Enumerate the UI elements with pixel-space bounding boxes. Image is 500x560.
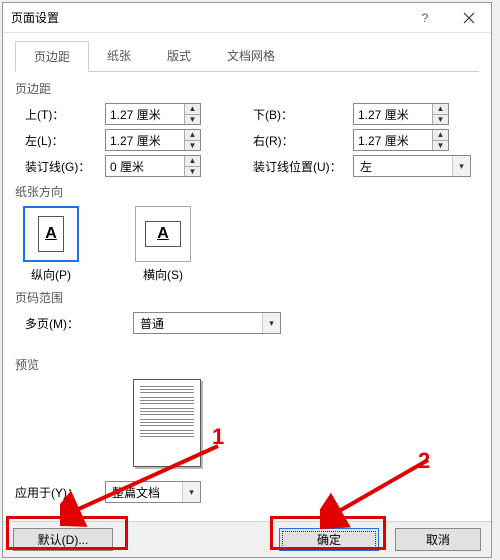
- chevron-down-icon: ▾: [262, 313, 280, 333]
- orientation-portrait[interactable]: 纵向(P): [23, 206, 79, 283]
- apply-value: 整篇文档: [106, 484, 182, 501]
- cancel-button[interactable]: 取消: [395, 528, 481, 551]
- gutter-spinner[interactable]: ▲▼: [105, 155, 201, 177]
- tab-margins[interactable]: 页边距: [15, 41, 89, 72]
- spinner-arrows[interactable]: ▲▼: [184, 156, 200, 176]
- close-button[interactable]: [447, 3, 491, 33]
- ok-button[interactable]: 确定: [279, 528, 379, 551]
- top-label: 上(T)：: [25, 106, 105, 123]
- gutter-label: 装订线(G)：: [25, 158, 105, 175]
- dialog-title: 页面设置: [11, 9, 403, 26]
- landscape-label: 横向(S): [135, 266, 191, 283]
- apply-label: 应用于(Y)：: [15, 484, 105, 501]
- orientation-heading: 纸张方向: [15, 183, 479, 200]
- margins-heading: 页边距: [15, 80, 479, 97]
- multi-label: 多页(M)：: [25, 315, 133, 332]
- multi-value: 普通: [134, 315, 262, 332]
- right-input[interactable]: [354, 130, 432, 150]
- tab-layout[interactable]: 版式: [149, 41, 209, 71]
- chevron-down-icon: ▾: [182, 482, 200, 502]
- landscape-icon: [135, 206, 191, 262]
- spinner-arrows[interactable]: ▲▼: [432, 130, 448, 150]
- help-button[interactable]: ?: [403, 3, 447, 33]
- tab-grid[interactable]: 文档网格: [209, 41, 293, 71]
- apply-select[interactable]: 整篇文档 ▾: [105, 481, 201, 503]
- dialog-body: 页边距 纸张 版式 文档网格 页边距 上(T)： ▲▼ 下(B)： ▲▼: [3, 33, 491, 511]
- bottom-label: 下(B)：: [253, 106, 353, 123]
- pages-heading: 页码范围: [15, 289, 479, 306]
- preview-thumbnail: [133, 379, 201, 467]
- left-label: 左(L)：: [25, 132, 105, 149]
- titlebar: 页面设置 ?: [3, 3, 491, 33]
- right-spinner[interactable]: ▲▼: [353, 129, 449, 151]
- close-icon: [463, 12, 475, 24]
- spinner-arrows[interactable]: ▲▼: [184, 130, 200, 150]
- gutter-pos-value: 左: [354, 158, 452, 175]
- portrait-label: 纵向(P): [23, 266, 79, 283]
- tab-paper[interactable]: 纸张: [89, 41, 149, 71]
- portrait-icon: [23, 206, 79, 262]
- gutter-pos-select[interactable]: 左 ▾: [353, 155, 471, 177]
- left-input[interactable]: [106, 130, 184, 150]
- page-setup-dialog: 页面设置 ? 页边距 纸张 版式 文档网格 页边距 上(T)： ▲▼ 下(B)：: [2, 2, 492, 558]
- gutter-pos-label: 装订线位置(U)：: [253, 158, 353, 175]
- bottom-spinner[interactable]: ▲▼: [353, 103, 449, 125]
- right-label: 右(R)：: [253, 132, 353, 149]
- tab-bar: 页边距 纸张 版式 文档网格: [15, 41, 479, 72]
- orientation-landscape[interactable]: 横向(S): [135, 206, 191, 283]
- spinner-arrows[interactable]: ▲▼: [184, 104, 200, 124]
- spinner-arrows[interactable]: ▲▼: [432, 104, 448, 124]
- gutter-input[interactable]: [106, 156, 184, 176]
- top-spinner[interactable]: ▲▼: [105, 103, 201, 125]
- default-button[interactable]: 默认(D)...: [13, 528, 113, 551]
- preview-heading: 预览: [15, 356, 479, 373]
- multi-select[interactable]: 普通 ▾: [133, 312, 281, 334]
- chevron-down-icon: ▾: [452, 156, 470, 176]
- bottom-input[interactable]: [354, 104, 432, 124]
- button-bar: 默认(D)... 确定 取消: [3, 521, 491, 557]
- top-input[interactable]: [106, 104, 184, 124]
- left-spinner[interactable]: ▲▼: [105, 129, 201, 151]
